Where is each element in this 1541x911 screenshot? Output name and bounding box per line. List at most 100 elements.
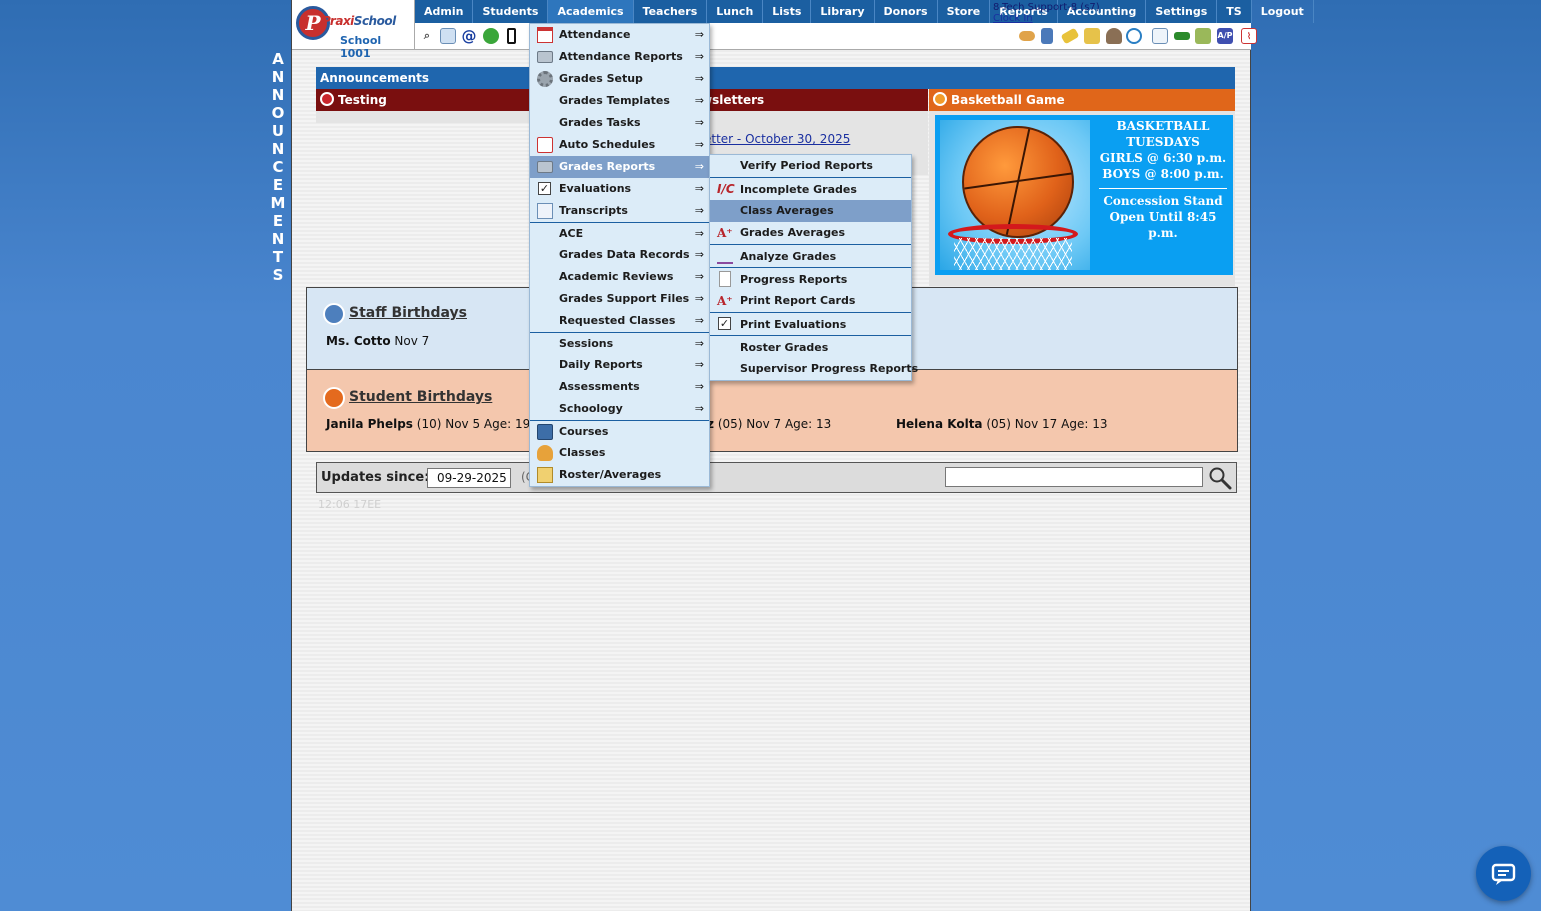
vertical-letter: E [272,212,284,230]
updates-bar: Updates since: 09-29-2025 (C [316,462,1237,493]
gear-icon [537,71,553,87]
menu-item-auto-schedules[interactable]: Auto Schedules ⇒ [530,134,709,156]
submenu-item-label: Analyze Grades [740,250,837,263]
clock-icon[interactable] [1126,28,1142,44]
submenu-item-incomplete-grades[interactable]: I/C Incomplete Grades [710,177,911,200]
nav-library[interactable]: Library [811,0,875,23]
menu-item-attendance-reports[interactable]: Attendance Reports ⇒ [530,46,709,68]
announcement-icon [933,92,947,106]
pdf-icon[interactable]: ⌇ [1241,28,1257,44]
menu-item-grades-data-records[interactable]: Grades Data Records ⇒ [530,244,709,266]
arrow-folder-icon[interactable] [1084,28,1100,44]
nav-ts[interactable]: TS [1217,0,1252,23]
email-icon[interactable]: @ [461,28,477,44]
menu-item-grades-setup[interactable]: Grades Setup ⇒ [530,68,709,90]
menu-item-label: Attendance Reports [559,50,683,63]
schedule-icon [537,137,553,153]
announcements-header: Announcements [316,67,1235,89]
people-icon[interactable] [1106,28,1122,44]
menu-item-assessments[interactable]: Assessments ⇒ [530,376,709,398]
nav-students[interactable]: Students [473,0,549,23]
nav-settings[interactable]: Settings [1146,0,1218,23]
list-icon[interactable] [1152,28,1168,44]
printer-icon[interactable] [1195,28,1211,44]
nav-logout[interactable]: Logout [1252,0,1314,23]
praxischool-logo[interactable]: P PraxiSchool School 1001 [292,0,415,60]
roster-icon [537,467,553,483]
menu-item-evaluations[interactable]: ✓ Evaluations ⇒ [530,178,709,200]
submenu-arrow-icon: ⇒ [694,160,704,173]
chat-button[interactable] [1476,846,1531,901]
menu-item-transcripts[interactable]: Transcripts ⇒ [530,200,709,222]
vertical-letter: C [272,158,284,176]
submenu-item-print-evaluations[interactable]: ✓ Print Evaluations [710,312,911,335]
phone-icon[interactable] [507,28,516,44]
vertical-letter: T [272,248,284,266]
search-icon[interactable]: ⌕ [419,28,435,44]
updates-date-input[interactable]: 09-29-2025 [427,468,511,488]
menu-item-courses[interactable]: Courses [530,420,709,442]
submenu-arrow-icon: ⇒ [694,402,704,415]
submenu-item-roster-grades[interactable]: Roster Grades [710,335,911,358]
nav-lunch[interactable]: Lunch [707,0,764,23]
menu-item-requested-classes[interactable]: Requested Classes ⇒ [530,310,709,332]
menu-item-grades-support-files[interactable]: Grades Support Files ⇒ [530,288,709,310]
bell-icon[interactable] [1060,27,1080,45]
menu-item-label: Academic Reviews [559,270,674,283]
menu-item-label: Requested Classes [559,314,676,327]
book-icon [537,424,553,440]
money-icon[interactable] [1174,32,1190,40]
newsletter-link[interactable]: etter - October 30, 2025 [704,132,850,146]
submenu-item-analyze-grades[interactable]: Analyze Grades [710,244,911,267]
menu-item-label: Schoology [559,402,623,415]
nav-admin[interactable]: Admin [415,0,474,23]
chat-bubble-icon[interactable] [483,28,499,44]
menu-item-attendance[interactable]: Attendance ⇒ [530,24,709,46]
book-icon[interactable] [1041,28,1053,44]
nav-donors[interactable]: Donors [875,0,938,23]
menu-item-label: Assessments [559,380,640,393]
menu-item-grades-templates[interactable]: Grades Templates ⇒ [530,90,709,112]
submenu-item-label: Grades Averages [740,226,846,239]
menu-item-academic-reviews[interactable]: Academic Reviews ⇒ [530,266,709,288]
menu-item-classes[interactable]: Classes [530,442,709,464]
submenu-item-progress-reports[interactable]: Progress Reports [710,267,911,290]
submenu-item-print-report-cards[interactable]: A⁺ Print Report Cards [710,290,911,312]
menu-item-ace[interactable]: ACE ⇒ [530,222,709,244]
nav-store[interactable]: Store [938,0,991,23]
menu-item-grades-reports[interactable]: Grades Reports ⇒ [530,156,709,178]
clock-in-link[interactable]: Clock In [993,13,1100,24]
submenu-item-supervisor-progress-reports[interactable]: Supervisor Progress Reports [710,358,918,380]
nav-lists[interactable]: Lists [763,0,812,23]
printer-icon [537,161,553,173]
submenu-item-class-averages[interactable]: Class Averages [710,200,911,222]
vertical-letter: U [271,122,285,140]
menu-item-roster-averages[interactable]: Roster/Averages [530,464,709,486]
nav-teachers[interactable]: Teachers [634,0,708,23]
student-birthday-entry: Janila Phelps (10) Nov 5 Age: 19 [326,417,531,431]
testing-header[interactable]: Testing [316,89,529,111]
menu-item-schoology[interactable]: Schoology ⇒ [530,398,709,420]
newsletters-header[interactable]: wsletters [700,89,928,111]
a-plus-icon: A⁺ [717,226,733,240]
lunch-icon[interactable] [1019,31,1035,41]
ap-icon[interactable]: A/P [1217,28,1233,44]
submenu-item-grades-averages[interactable]: A⁺ Grades Averages [710,222,911,244]
table-icon[interactable] [440,28,456,44]
search-icon[interactable] [1208,466,1232,490]
staff-birthdays-title[interactable]: Staff Birthdays [349,305,467,321]
submenu-item-verify-period-reports[interactable]: Verify Period Reports [710,155,911,177]
menu-item-grades-tasks[interactable]: Grades Tasks ⇒ [530,112,709,134]
student-birthdays-title[interactable]: Student Birthdays [349,389,492,405]
cake-icon [323,387,345,409]
nav-academics[interactable]: Academics [548,0,634,23]
basketball-header[interactable]: Basketball Game [929,89,1235,111]
basketball-text: BASKETBALL TUESDAYS GIRLS @ 6:30 p.m. BO… [1093,118,1233,241]
search-input[interactable] [945,467,1203,487]
main-page: P PraxiSchool School 1001 Admin Students A… [291,0,1314,911]
menu-item-sessions[interactable]: Sessions ⇒ [530,332,709,354]
menu-item-daily-reports[interactable]: Daily Reports ⇒ [530,354,709,376]
submenu-arrow-icon: ⇒ [694,94,704,107]
vertical-letter: O [271,104,285,122]
submenu-arrow-icon: ⇒ [694,292,704,305]
